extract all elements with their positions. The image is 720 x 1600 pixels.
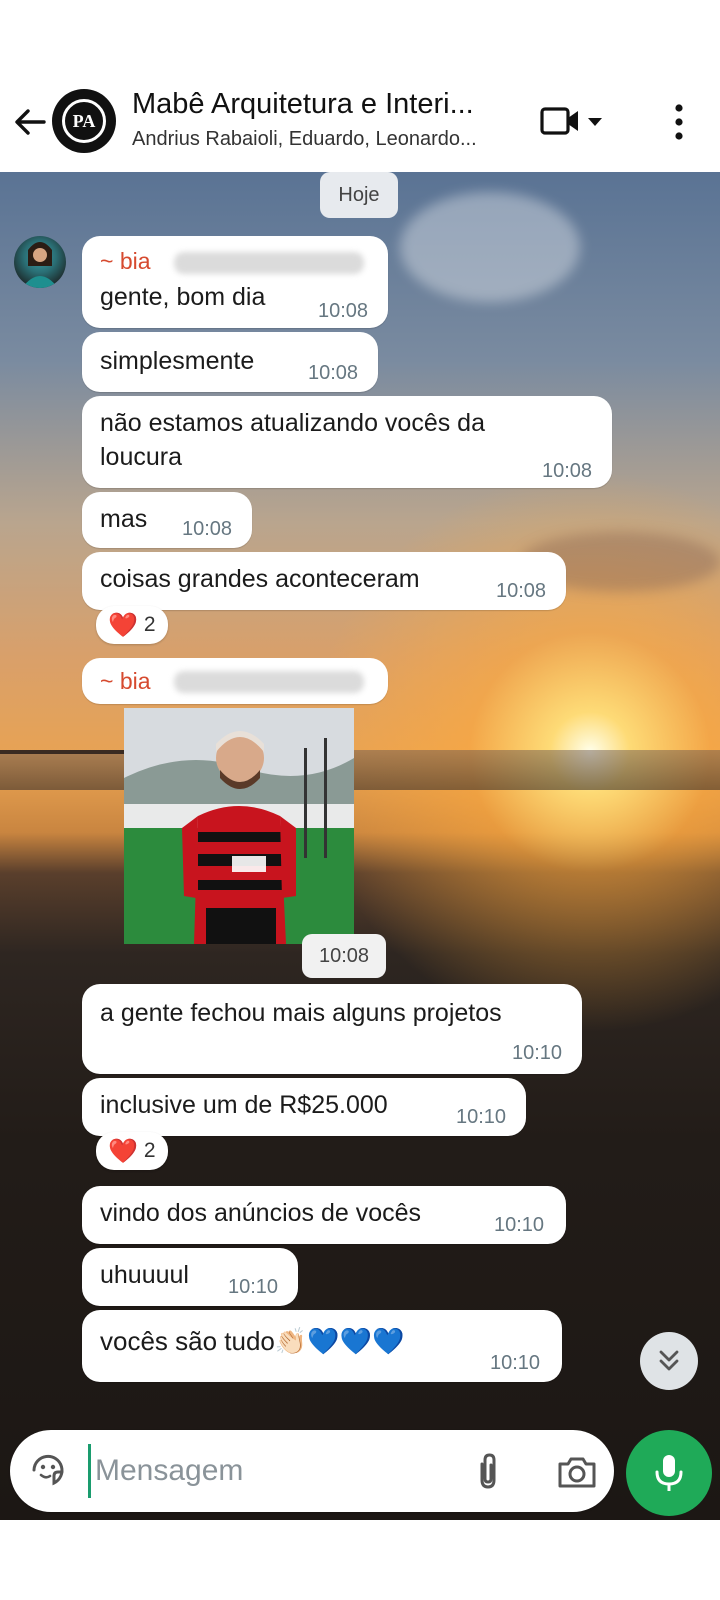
mic-icon [655,1455,683,1491]
group-avatar-text: PA [72,110,96,131]
message-time: 10:08 [318,300,369,322]
camera-icon[interactable] [556,1452,598,1492]
message-text: vocês são tudo👏🏻💙💙💙 [100,1326,405,1356]
message-bubble[interactable]: coisas grandes aconteceram 10:08 [82,552,566,610]
message-text: a gente fechou mais alguns projetos [100,999,502,1027]
message-bubble[interactable]: ~ bia [82,658,388,704]
message-time: 10:08 [542,460,593,482]
message-time: 10:08 [308,362,359,384]
message-input[interactable] [88,1444,465,1498]
shared-photo[interactable] [124,708,354,944]
message-text: simplesmente [100,347,255,375]
reaction-pill[interactable]: ❤️ 2 [96,606,168,644]
sender-phone-blurred [174,252,364,274]
back-arrow-icon[interactable] [10,102,50,142]
chat-header: PA Mabê Arquitetura e Interi... Andrius … [0,80,720,172]
message-text: gente, bom dia [100,283,266,311]
chat-area[interactable]: Hoje ~ bia gente, bom dia 10:08 simplesm… [0,172,720,1520]
more-options-icon[interactable] [664,100,694,144]
reaction-count: 2 [143,613,156,636]
message-bubble[interactable]: vindo dos anúncios de vocês 10:10 [82,1186,566,1244]
photo-image [124,708,354,944]
chat-participants[interactable]: Andrius Rabaioli, Eduardo, Leonardo... [132,128,522,151]
message-time: 10:10 [512,1042,563,1064]
sender-avatar[interactable] [14,236,66,288]
message-bubble[interactable]: a gente fechou mais alguns projetos 10:1… [82,984,582,1074]
message-text: vindo dos anúncios de vocês [100,1199,422,1227]
message-text: não estamos atualizando vocês da loucura [100,409,485,471]
dropdown-arrow-icon [588,118,602,126]
message-text: coisas grandes aconteceram [100,565,420,593]
message-bubble[interactable]: inclusive um de R$25.000 10:10 [82,1078,526,1136]
reaction-pill[interactable]: ❤️ 2 [96,1132,168,1170]
message-composer [10,1430,614,1512]
chat-title[interactable]: Mabê Arquitetura e Interi... [132,88,522,121]
person-icon [22,242,58,288]
message-bubble[interactable]: vocês são tudo👏🏻💙💙💙 10:10 [82,1310,562,1382]
message-bubble[interactable]: não estamos atualizando vocês da loucura… [82,396,612,488]
message-time: 10:10 [456,1106,507,1128]
message-bubble[interactable]: uhuuuul 10:10 [82,1248,298,1306]
wallpaper-sea [0,750,720,790]
message-time: 10:10 [228,1276,279,1298]
message-text: mas [100,505,148,533]
message-bubble[interactable]: ~ bia gente, bom dia 10:08 [82,236,388,328]
message-text: inclusive um de R$25.000 [100,1091,388,1119]
wallpaper-cloud [400,192,580,302]
sender-name: ~ bia [100,248,151,274]
attach-icon[interactable] [470,1452,506,1492]
message-text: uhuuuul [100,1261,189,1289]
message-time: 10:08 [182,518,233,540]
video-call-icon[interactable] [540,102,620,142]
mic-button[interactable] [626,1430,712,1516]
message-time: 10:08 [302,934,386,978]
sender-phone-blurred [174,671,364,693]
double-chevron-down-icon [659,1350,679,1371]
heart-icon: ❤️ [108,1137,138,1165]
message-bubble[interactable]: mas 10:08 [82,492,252,548]
sender-name: ~ bia [100,668,151,694]
message-time: 10:10 [494,1214,545,1236]
date-divider: Hoje [320,172,398,218]
message-bubble[interactable]: simplesmente 10:08 [82,332,378,392]
message-time: 10:08 [496,580,547,602]
sticker-icon[interactable] [28,1450,68,1490]
heart-icon: ❤️ [108,611,138,639]
reaction-count: 2 [143,1139,156,1162]
message-time: 10:10 [490,1352,541,1374]
scroll-to-bottom-button[interactable] [640,1332,698,1390]
group-avatar[interactable]: PA [52,89,116,153]
wallpaper-pier [0,750,130,754]
